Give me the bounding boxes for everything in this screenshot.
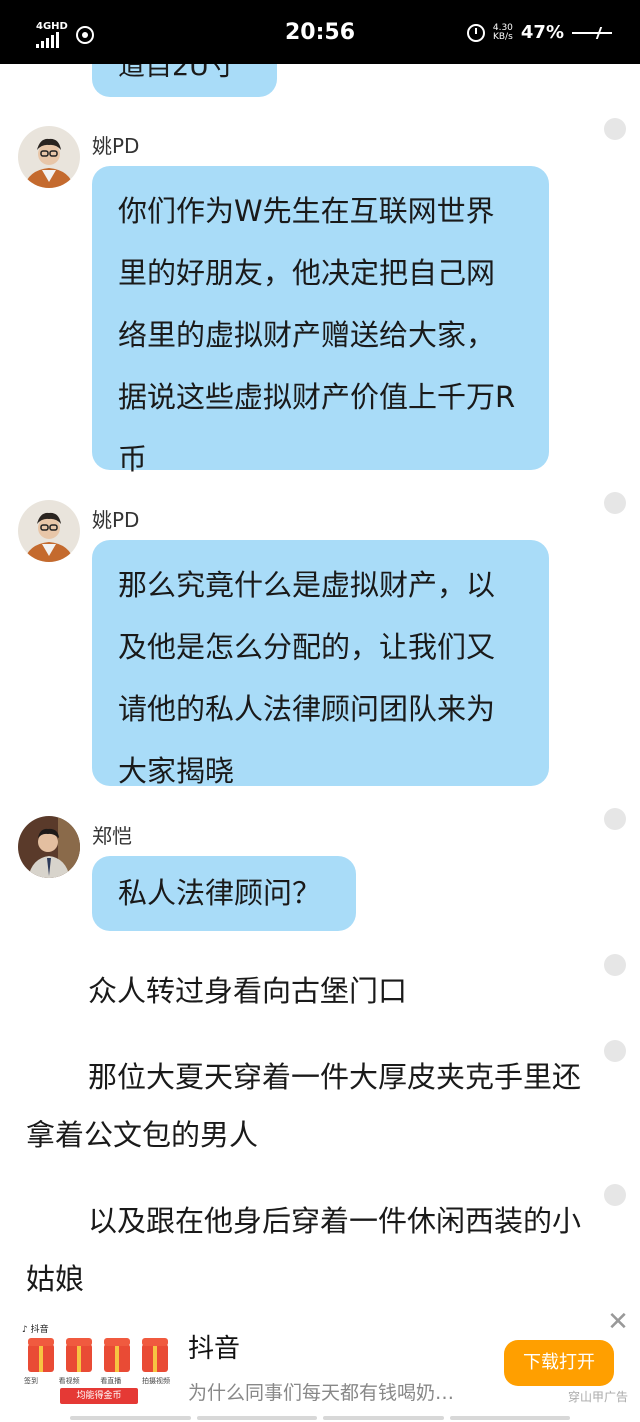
- gift-label: 拍摄视频: [141, 1377, 170, 1385]
- gift-label: 签到: [24, 1377, 38, 1385]
- sender-name: 姚PD: [92, 508, 140, 532]
- narration-paragraph: 那位大夏天穿着一件大厚皮夹克手里还拿着公文包的男人: [26, 1060, 582, 1152]
- ad-source-tag: 穿山甲广告: [568, 1390, 629, 1404]
- carousel-segment: [449, 1416, 570, 1420]
- network-speed: 4.30 KB/s: [492, 23, 513, 42]
- ad-brand-label: ♪ 抖音: [22, 1322, 49, 1335]
- chat-area[interactable]: 道自2U寸 姚PD 你们作为W先生在互联网世界里的好朋友，他决定把自己网络里的虚…: [0, 64, 640, 1304]
- ad-brand-text: 抖音: [30, 1325, 49, 1335]
- narration-paragraph: 以及跟在他身后穿着一件休闲西装的小姑娘: [26, 1204, 582, 1296]
- message-action-dot[interactable]: [604, 118, 626, 140]
- avatar[interactable]: [18, 816, 80, 878]
- paragraph-action-dot[interactable]: [604, 954, 626, 976]
- message-bubble: 那么究竟什么是虚拟财产，以及他是怎么分配的，让我们又请他的私人法律顾问团队来为大…: [92, 540, 549, 788]
- message-text: 那么究竟什么是虚拟财产，以及他是怎么分配的，让我们又请他的私人法律顾问团队来为大…: [118, 568, 496, 788]
- narration-paragraph: 众人转过身看向古堡门口: [88, 974, 408, 1008]
- message-action-dot[interactable]: [604, 492, 626, 514]
- paragraph-action-dot[interactable]: [604, 1040, 626, 1062]
- message-text: 私人法律顾问？: [118, 876, 322, 910]
- message-text: 你们作为W先生在互联网世界里的好朋友，他决定把自己网络里的虚拟财产赠送给大家，据…: [118, 194, 516, 476]
- speed-unit: KB/s: [492, 31, 513, 42]
- tiktok-icon: ♪: [22, 1325, 28, 1335]
- sender-name: 郑恺: [92, 824, 132, 848]
- gift-icon: [104, 1338, 130, 1372]
- download-open-button[interactable]: 下载打开: [504, 1340, 614, 1386]
- gift-label: 看视频: [58, 1377, 80, 1385]
- ad-banner[interactable]: ♪ 抖音 签到 看视频 看直播 拍摄视频 均能得金币 抖音 为什么同事们每天都有…: [0, 1304, 640, 1422]
- gift-icon: [66, 1338, 92, 1372]
- battery-level: 47%: [520, 22, 564, 43]
- sender-name: 姚PD: [92, 134, 140, 158]
- gift-label: 看直播: [100, 1377, 122, 1385]
- charging-icon: [572, 26, 616, 40]
- gift-icon: [28, 1338, 54, 1372]
- avatar[interactable]: [18, 126, 80, 188]
- message-action-dot[interactable]: [604, 808, 626, 830]
- ad-carousel-indicator: [70, 1416, 570, 1420]
- ad-description[interactable]: 为什么同事们每天都有钱喝奶…: [188, 1378, 478, 1405]
- status-bar: 4GHD 20:56 4.30 KB/s 47%: [0, 0, 640, 64]
- message-bubble-partial: 道自2U寸: [92, 64, 277, 97]
- gift-icon: [142, 1338, 168, 1372]
- message-bubble: 你们作为W先生在互联网世界里的好朋友，他决定把自己网络里的虚拟财产赠送给大家，据…: [92, 166, 549, 476]
- alarm-icon: [466, 23, 485, 42]
- avatar[interactable]: [18, 500, 80, 562]
- message-bubble: 私人法律顾问？: [92, 856, 356, 931]
- ad-thumb-cta: 均能得金币: [60, 1388, 138, 1404]
- gift-labels: 签到 看视频 看直播 拍摄视频: [24, 1376, 170, 1386]
- ad-title[interactable]: 抖音: [188, 1328, 240, 1365]
- carousel-segment: [196, 1416, 317, 1420]
- paragraph-action-dot[interactable]: [604, 1184, 626, 1206]
- carousel-segment: [323, 1416, 444, 1420]
- message-text: 道自2U寸: [118, 64, 236, 82]
- carousel-segment: [70, 1416, 191, 1420]
- close-icon[interactable]: ✕: [606, 1309, 630, 1335]
- status-right: 4.30 KB/s 47%: [466, 22, 616, 43]
- ad-thumbnail[interactable]: ♪ 抖音 签到 看视频 看直播 拍摄视频 均能得金币: [22, 1322, 172, 1410]
